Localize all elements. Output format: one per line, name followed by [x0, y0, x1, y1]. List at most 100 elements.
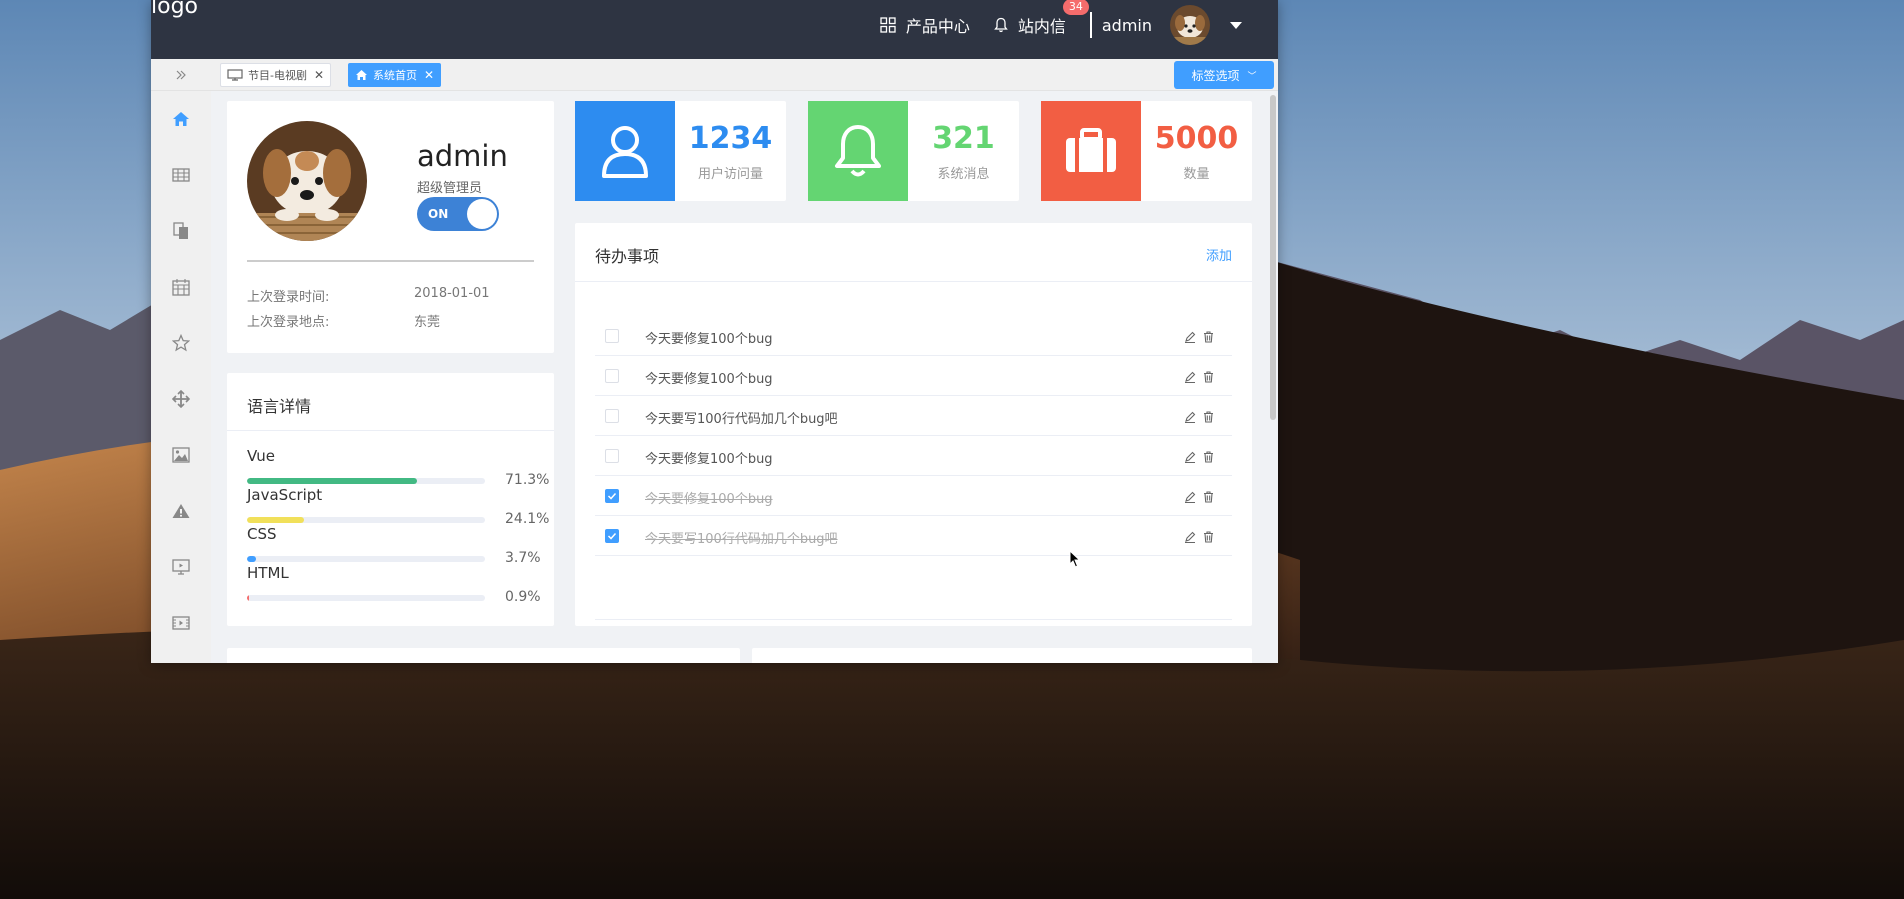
sidebar-item-drag[interactable] [151, 371, 211, 427]
delete-icon[interactable] [1203, 448, 1214, 467]
sidebar-item-table[interactable] [151, 147, 211, 203]
last-login-time: 2018-01-01 [414, 286, 490, 301]
language-name: Vue [247, 447, 275, 465]
sidebar-item-home[interactable] [151, 91, 211, 147]
todo-add-button[interactable]: 添加 [1206, 245, 1232, 264]
nav-divider [1089, 12, 1092, 38]
stat-icon-box [1041, 101, 1141, 201]
stat-card-quantity[interactable]: 5000 数量 [1041, 101, 1252, 201]
todo-checkbox[interactable] [605, 489, 619, 503]
edit-icon[interactable] [1184, 328, 1196, 347]
sidebar-item-video[interactable] [151, 595, 211, 651]
language-card-divider [227, 430, 554, 431]
app-logo[interactable]: logo [151, 0, 198, 19]
move-icon [172, 390, 190, 408]
tag-home[interactable]: 系统首页 ✕ [348, 63, 442, 87]
tag-drama[interactable]: 节目-电视剧 ✕ [220, 63, 332, 87]
calendar-icon [172, 279, 190, 296]
warning-icon [172, 504, 190, 518]
sidebar-item-warning[interactable] [151, 483, 211, 539]
nav-messages[interactable]: 站内信 34 [994, 0, 1089, 37]
nav-product-center[interactable]: 产品中心 [880, 13, 970, 37]
delete-icon[interactable] [1203, 488, 1214, 507]
delete-icon[interactable] [1203, 408, 1214, 427]
todo-text: 今天要修复100个bug [645, 332, 773, 347]
nav-product-label: 产品中心 [905, 17, 970, 36]
tag-home-close-icon[interactable]: ✕ [424, 68, 434, 82]
top-nav: 产品中心 站内信 34 admin [856, 0, 1242, 50]
tag-home-label: 系统首页 [373, 69, 417, 82]
tag-options-button[interactable]: 标签选项 ﹀ [1174, 61, 1274, 89]
copy-icon [173, 222, 188, 239]
todo-row: 今天要写100行代码加几个bug吧 [595, 516, 1232, 556]
user-card-divider [247, 260, 534, 262]
collapse-sidebar-button[interactable] [151, 59, 211, 91]
todo-checkbox[interactable] [605, 329, 619, 343]
language-progress-fill [247, 478, 417, 484]
stat-icon-box [575, 101, 675, 201]
content-scrollbar[interactable] [1270, 95, 1276, 420]
todo-text: 今天要修复100个bug [645, 492, 773, 507]
sidebar-item-monitor[interactable] [151, 539, 211, 595]
bottom-card-left [227, 648, 740, 663]
delete-icon[interactable] [1203, 368, 1214, 387]
todo-row: 今天要写100行代码加几个bug吧 [595, 396, 1232, 436]
nav-username[interactable]: admin [1102, 16, 1152, 35]
edit-icon[interactable] [1184, 528, 1196, 547]
stat-card-visits[interactable]: 1234 用户访问量 [575, 101, 786, 201]
user-icon [602, 126, 648, 178]
status-toggle[interactable]: ON [417, 197, 499, 231]
todo-checkbox[interactable] [605, 529, 619, 543]
monitor-icon [172, 559, 190, 575]
todo-checkbox[interactable] [605, 409, 619, 423]
check-icon [607, 532, 617, 540]
user-avatar[interactable] [1170, 5, 1210, 45]
todo-checkbox[interactable] [605, 369, 619, 383]
last-login-place: 东莞 [414, 315, 441, 330]
mouse-cursor-icon [1069, 550, 1081, 568]
tags-bar: 节目-电视剧 ✕ 系统首页 ✕ 标签选项 ﹀ [151, 59, 1278, 91]
tag-drama-label: 节目-电视剧 [248, 69, 307, 82]
message-count-badge: 34 [1062, 0, 1089, 15]
language-progress-fill [247, 556, 256, 562]
stat-card-messages[interactable]: 321 系统消息 [808, 101, 1019, 201]
delete-icon[interactable] [1203, 528, 1214, 547]
tag-drama-close-icon[interactable]: ✕ [314, 68, 324, 82]
image-icon [172, 447, 190, 463]
language-details-card: 语言详情 Vue 71.3% JavaScript 24.1% CSS 3.7%… [227, 373, 554, 626]
nav-messages-label: 站内信 [1017, 17, 1066, 36]
language-percent: 0.9% [505, 589, 541, 605]
delete-icon[interactable] [1203, 328, 1214, 347]
stat-label: 系统消息 [937, 167, 990, 182]
language-progress-track [247, 517, 485, 523]
table-icon [172, 168, 190, 182]
stat-value: 5000 [1154, 121, 1239, 156]
sidebar-item-calendar[interactable] [151, 259, 211, 315]
edit-icon[interactable] [1184, 488, 1196, 507]
home-icon [356, 70, 367, 80]
language-progress-fill [247, 517, 305, 523]
stat-label: 用户访问量 [697, 167, 763, 182]
todo-row: 今天要修复100个bug [595, 476, 1232, 516]
sidebar-item-tabs[interactable] [151, 203, 211, 259]
todo-row: 今天要修复100个bug [595, 356, 1232, 396]
stat-icon-box [808, 101, 908, 201]
user-menu-caret-icon[interactable] [1230, 21, 1242, 29]
edit-icon[interactable] [1184, 368, 1196, 387]
language-progress-track [247, 595, 485, 601]
chevron-down-icon: ﹀ [1247, 71, 1257, 82]
edit-icon[interactable] [1184, 408, 1196, 427]
language-percent: 3.7% [505, 550, 541, 566]
bottom-card-right [752, 648, 1252, 663]
sidebar-item-star[interactable] [151, 315, 211, 371]
todo-text: 今天要修复100个bug [645, 372, 773, 387]
edit-icon[interactable] [1184, 448, 1196, 467]
todo-checkbox[interactable] [605, 449, 619, 463]
todo-pagination-area [595, 556, 1232, 620]
language-percent: 24.1% [505, 511, 550, 527]
sidebar-item-image[interactable] [151, 427, 211, 483]
language-progress-track [247, 478, 485, 484]
todo-text: 今天要修复100个bug [645, 452, 773, 467]
monitor-icon [227, 69, 243, 81]
user-name: admin [417, 139, 508, 173]
